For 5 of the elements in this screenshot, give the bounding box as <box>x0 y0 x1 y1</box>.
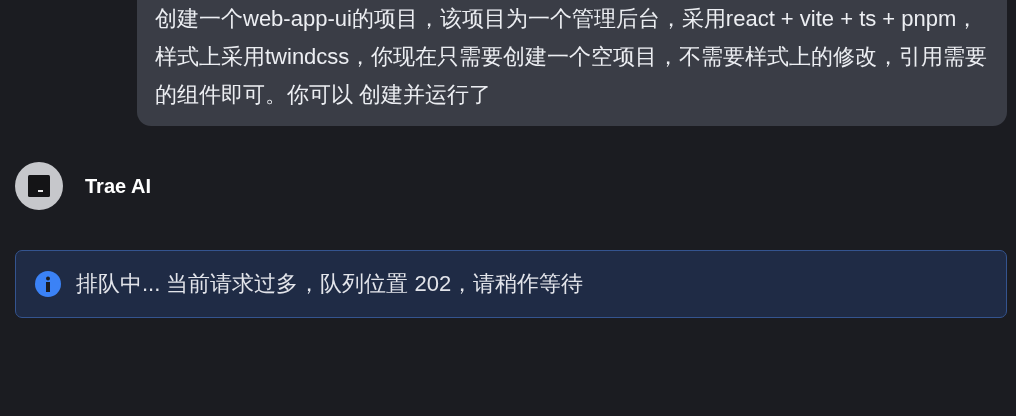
assistant-name: Trae AI <box>85 174 151 198</box>
notice-text: 排队中... 当前请求过多，队列位置 202，请稍作等待 <box>76 270 584 298</box>
info-icon <box>34 270 62 298</box>
user-message: 创建一个web-app-ui的项目，该项目为一个管理后台，采用react + vite + ts + pnpm，样式上采用twindcss，你现在只需要创建一个空项目，不需要样式上的修改，引用需要的组件即可。你可以 创建并运行了 <box>137 0 1007 126</box>
terminal-avatar-icon <box>15 162 63 210</box>
